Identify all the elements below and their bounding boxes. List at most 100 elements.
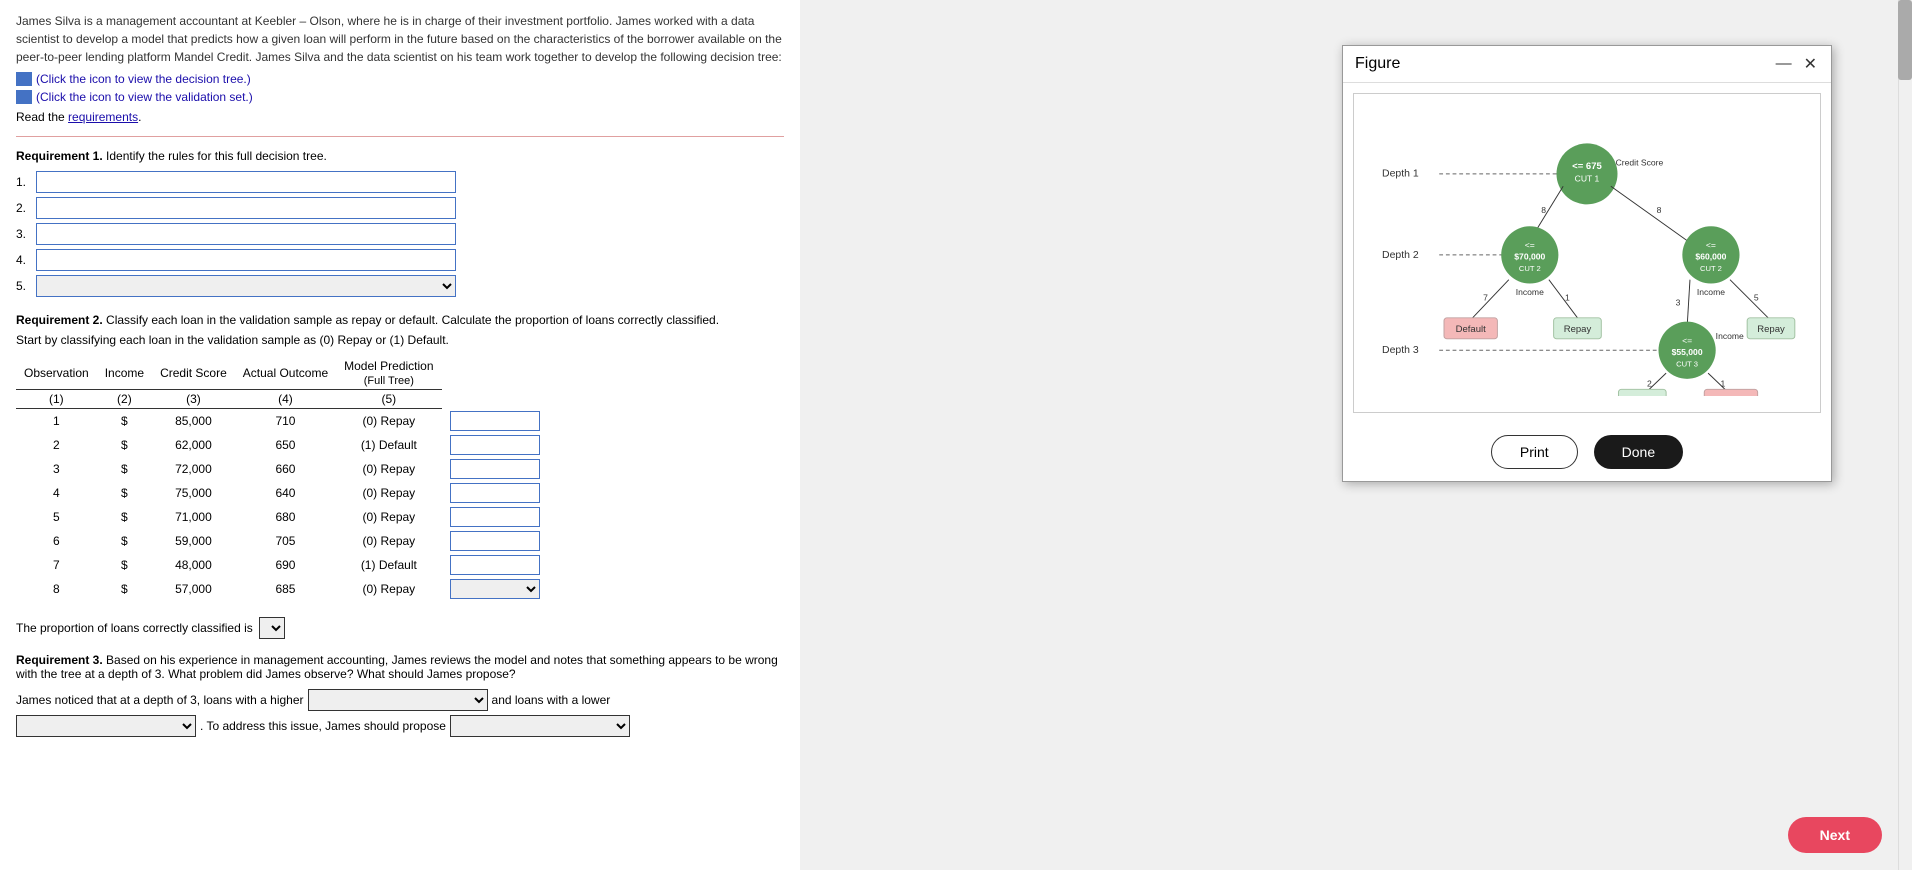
d3-label1: <= <box>1682 336 1692 346</box>
next-button[interactable]: Next <box>1788 817 1882 853</box>
table-row: 1$85,000710(0) Repay <box>16 409 548 433</box>
cell-credit: 685 <box>235 577 336 601</box>
scrollbar-thumb[interactable] <box>1898 0 1912 80</box>
req3-text3: . To address this issue, James should pr… <box>200 719 446 733</box>
rule-item-5: 5. <box>16 275 784 297</box>
cell-prediction[interactable] <box>442 481 548 505</box>
right-d2-right-label: 5 <box>1754 293 1759 303</box>
rule-item-1: 1. <box>16 171 784 193</box>
prediction-select[interactable] <box>450 579 540 599</box>
col-subheader-5: (5) <box>336 390 441 409</box>
req3-select2[interactable] <box>16 715 196 737</box>
req3-select3[interactable] <box>450 715 630 737</box>
cell-outcome: (0) Repay <box>336 505 441 529</box>
cell-income: 57,000 <box>152 577 235 601</box>
cell-obs: 1 <box>16 409 97 433</box>
col-header-outcome: Actual Outcome <box>235 357 336 390</box>
prediction-input[interactable] <box>450 459 540 479</box>
cell-prediction[interactable] <box>442 433 548 457</box>
cell-dollar: $ <box>97 457 152 481</box>
root-right-label: 8 <box>1657 205 1662 215</box>
minimize-button[interactable]: — <box>1774 54 1794 74</box>
col-header-observation: Observation <box>16 357 97 390</box>
cell-prediction[interactable] <box>442 505 548 529</box>
cell-income: 85,000 <box>152 409 235 433</box>
cell-prediction[interactable] <box>442 529 548 553</box>
figure-title: Figure <box>1355 55 1400 73</box>
repay-leaf-1-label: Repay <box>1564 324 1592 335</box>
cell-credit: 650 <box>235 433 336 457</box>
table-row: 4$75,000640(0) Repay <box>16 481 548 505</box>
prediction-input[interactable] <box>450 531 540 551</box>
d3-right-label: 1 <box>1720 378 1725 388</box>
cell-credit: 660 <box>235 457 336 481</box>
done-button[interactable]: Done <box>1594 435 1683 469</box>
cell-credit: 640 <box>235 481 336 505</box>
cell-prediction[interactable] <box>442 577 548 601</box>
proportion-select[interactable] <box>259 617 285 639</box>
repay-leaf-3-label: Repay <box>1629 395 1657 396</box>
left-d2-label2: $70,000 <box>1514 252 1545 262</box>
income-label-right: Income <box>1697 287 1725 297</box>
print-button[interactable]: Print <box>1491 435 1578 469</box>
cell-outcome: (0) Repay <box>336 481 441 505</box>
figure-controls: — ✕ <box>1774 54 1819 74</box>
decision-tree-link[interactable]: (Click the icon to view the decision tre… <box>16 72 784 86</box>
close-button[interactable]: ✕ <box>1802 54 1819 74</box>
rule-num-5: 5. <box>16 279 36 293</box>
intro-paragraph: James Silva is a management accountant a… <box>16 12 784 66</box>
cell-income: 59,000 <box>152 529 235 553</box>
cell-outcome: (1) Default <box>336 553 441 577</box>
root-label: <= 675 <box>1572 161 1602 172</box>
prediction-input[interactable] <box>450 555 540 575</box>
cell-prediction[interactable] <box>442 553 548 577</box>
cell-outcome: (1) Default <box>336 433 441 457</box>
req3-select1[interactable] <box>308 689 488 711</box>
d3-label2: $55,000 <box>1672 347 1703 357</box>
cell-prediction[interactable] <box>442 409 548 433</box>
rule-num-1: 1. <box>16 175 36 189</box>
rule-input-1[interactable] <box>36 171 456 193</box>
rule-select-5[interactable] <box>36 275 456 297</box>
rule-input-2[interactable] <box>36 197 456 219</box>
rule-input-3[interactable] <box>36 223 456 245</box>
requirements-link[interactable]: requirements <box>68 110 138 124</box>
left-d2-left-label: 7 <box>1483 293 1488 303</box>
default-leaf-1-label: Default <box>1456 324 1487 335</box>
root-left-label: 8 <box>1541 205 1546 215</box>
cell-income: 75,000 <box>152 481 235 505</box>
income-label-left: Income <box>1516 287 1544 297</box>
right-d2-left-edge <box>1687 280 1690 328</box>
credit-score-label: Credit Score <box>1616 157 1664 167</box>
table-row: 2$62,000650(1) Default <box>16 433 548 457</box>
cell-dollar: $ <box>97 577 152 601</box>
scrollbar[interactable] <box>1898 0 1912 870</box>
cell-dollar: $ <box>97 553 152 577</box>
table-row: 3$72,000660(0) Repay <box>16 457 548 481</box>
validation-set-link[interactable]: (Click the icon to view the validation s… <box>16 90 784 104</box>
depth1-label: Depth 1 <box>1382 169 1419 180</box>
tree-container: Depth 1 Depth 2 Depth 3 <= 675 CUT 1 Cre… <box>1353 93 1821 413</box>
proportion-text: The proportion of loans correctly classi… <box>16 621 253 635</box>
figure-modal-header: Figure — ✕ <box>1343 46 1831 83</box>
cell-prediction[interactable] <box>442 457 548 481</box>
cell-obs: 8 <box>16 577 97 601</box>
prediction-input[interactable] <box>450 411 540 431</box>
requirement1-title: Requirement 1. Identify the rules for th… <box>16 149 784 163</box>
rule-item-2: 2. <box>16 197 784 219</box>
rule-item-4: 4. <box>16 249 784 271</box>
depth3-label: Depth 3 <box>1382 345 1419 356</box>
tree-svg: Depth 1 Depth 2 Depth 3 <= 675 CUT 1 Cre… <box>1370 110 1804 396</box>
rule-input-4[interactable] <box>36 249 456 271</box>
left-d2-label1: <= <box>1525 240 1535 250</box>
cell-income: 72,000 <box>152 457 235 481</box>
proportion-row: The proportion of loans correctly classi… <box>16 617 784 639</box>
req3-text1: James noticed that at a depth of 3, loan… <box>16 693 304 707</box>
col-subheader-4: (4) <box>235 390 336 409</box>
prediction-input[interactable] <box>450 435 540 455</box>
col-subheader-2: (2) <box>97 390 152 409</box>
rule-num-2: 2. <box>16 201 36 215</box>
figure-modal-footer: Print Done <box>1343 423 1831 481</box>
prediction-input[interactable] <box>450 507 540 527</box>
prediction-input[interactable] <box>450 483 540 503</box>
